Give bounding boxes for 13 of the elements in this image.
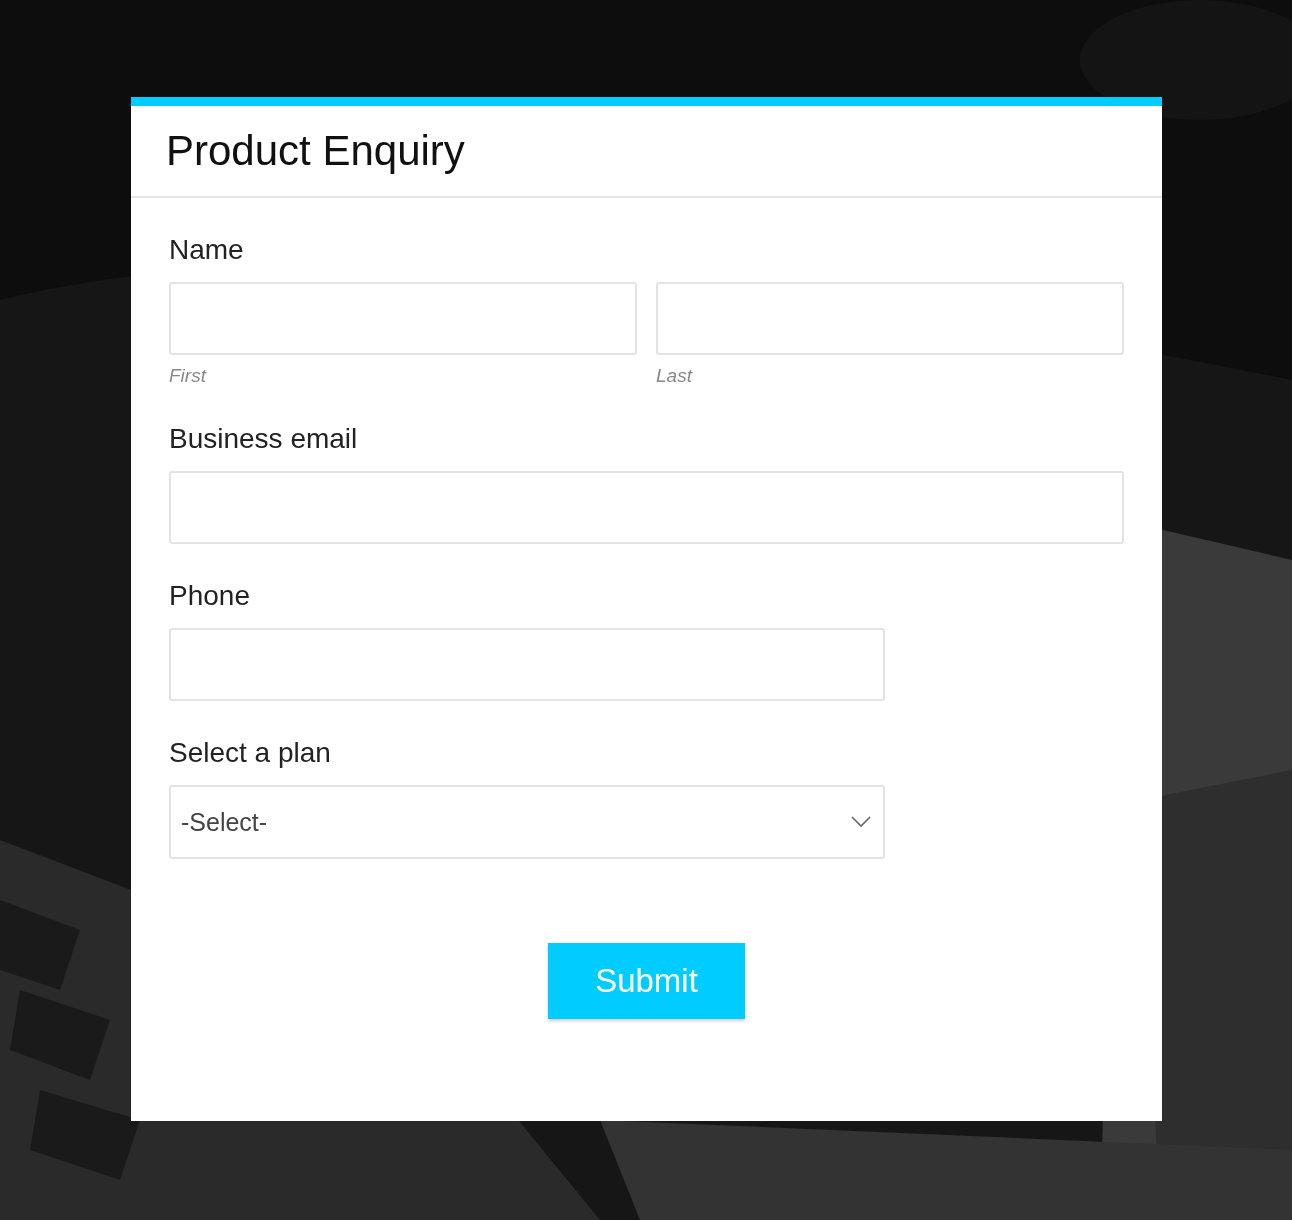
input-field[interactable] <box>169 471 1124 544</box>
form-title: Product Enquiry <box>166 127 465 175</box>
field-sublabel: Last <box>656 365 694 387</box>
input-field[interactable] <box>169 628 885 701</box>
field-label: Select a plan <box>169 737 332 769</box>
field-label: Phone <box>169 580 251 612</box>
input-field[interactable] <box>169 282 637 355</box>
field-label: Business email <box>169 423 359 455</box>
select-dropdown[interactable]: -Select- <box>169 785 885 859</box>
input-field[interactable] <box>656 282 1124 355</box>
field-sublabel: First <box>169 365 208 387</box>
field-label: Name <box>169 234 245 266</box>
chevron-down-icon <box>851 816 871 828</box>
